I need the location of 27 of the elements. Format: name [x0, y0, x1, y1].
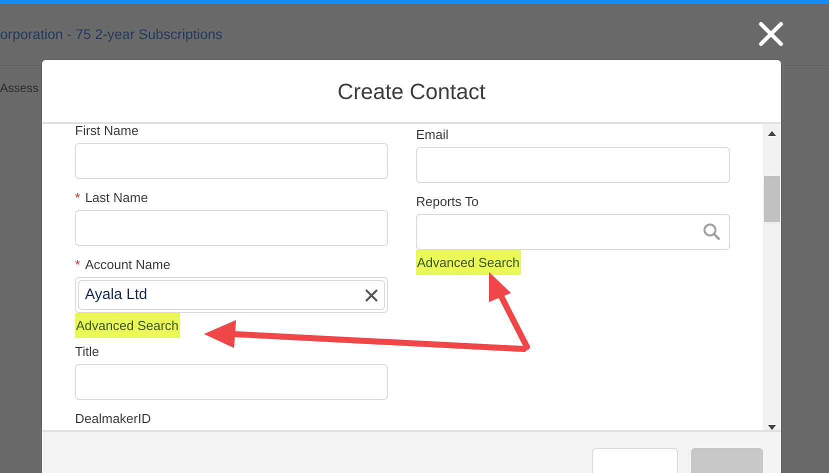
- search-field[interactable]: [416, 214, 730, 250]
- input-field[interactable]: [75, 143, 388, 180]
- clear-icon[interactable]: [365, 288, 378, 302]
- record-title: orporation - 75 2-year Subscriptions: [0, 25, 223, 44]
- input-field[interactable]: [75, 364, 388, 400]
- required-mark: *: [75, 189, 80, 208]
- input-field[interactable]: [416, 147, 730, 184]
- lookup-field[interactable]: Ayala Ltd: [75, 277, 388, 314]
- field-label: Title: [75, 343, 100, 362]
- cancel-button[interactable]: [592, 448, 678, 473]
- required-mark: *: [75, 256, 80, 274]
- scroll-thumb[interactable]: [764, 176, 780, 222]
- input-field[interactable]: [75, 210, 388, 246]
- field-label: Last Name: [85, 189, 148, 208]
- close-icon[interactable]: [758, 21, 784, 47]
- modal-title: Create Contact: [338, 78, 486, 106]
- save-button[interactable]: [691, 448, 763, 473]
- scrollbar[interactable]: [763, 124, 781, 430]
- field-label: Email: [416, 126, 449, 144]
- search-icon: [703, 223, 721, 242]
- advanced-search-link[interactable]: Advanced Search: [75, 313, 180, 338]
- field-label: Reports To: [416, 193, 479, 212]
- field-label: Account Name: [85, 256, 170, 274]
- scroll-up-icon[interactable]: [768, 131, 776, 136]
- field-label: First Name: [75, 124, 139, 140]
- advanced-search-link[interactable]: Advanced Search: [416, 250, 521, 276]
- field-label: DealmakerID: [75, 410, 151, 428]
